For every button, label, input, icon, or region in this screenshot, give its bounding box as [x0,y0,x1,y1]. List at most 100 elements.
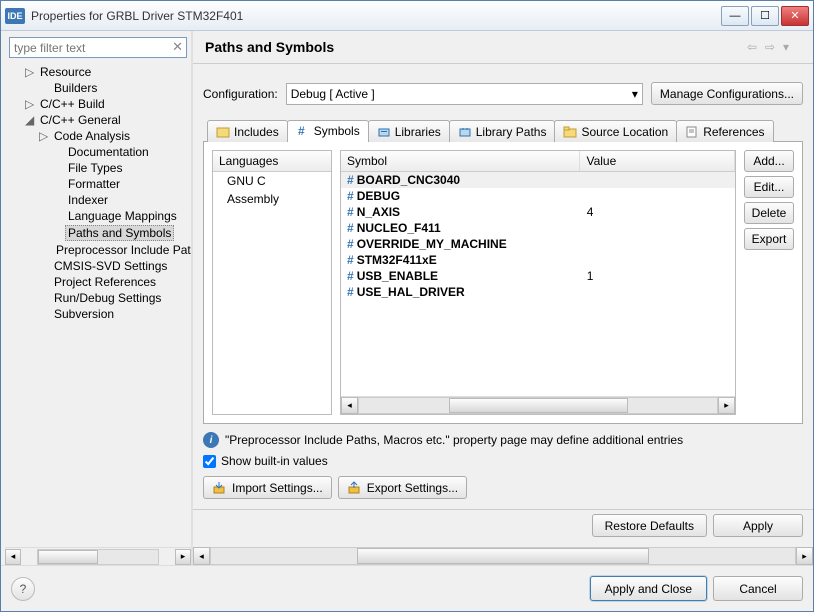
symbol-row[interactable]: #NUCLEO_F411 [341,220,735,236]
tab-libraries[interactable]: Libraries [368,120,450,142]
info-icon: i [203,432,219,448]
language-item[interactable]: Assembly [213,190,331,208]
restore-defaults-button[interactable]: Restore Defaults [592,514,707,537]
titlebar[interactable]: IDE Properties for GRBL Driver STM32F401… [1,1,813,31]
twisty-icon: ▷ [39,129,51,143]
export-button[interactable]: Export [744,228,794,250]
tab-icon [563,126,577,138]
export-settings-button[interactable]: Export Settings... [338,476,467,499]
tree-item[interactable]: Indexer [5,192,191,208]
tree-item[interactable]: ◢C/C++ General [5,112,191,128]
tree-item[interactable]: Documentation [5,144,191,160]
minimize-button[interactable]: — [721,6,749,26]
twisty-icon: ▷ [25,97,37,111]
tree-item[interactable]: File Types [5,160,191,176]
tree-label: C/C++ Build [37,97,108,111]
symbol-value [581,237,735,251]
symbol-column-header[interactable]: Symbol [341,151,580,171]
cancel-button[interactable]: Cancel [713,576,803,601]
tree-item[interactable]: Run/Debug Settings [5,290,191,306]
symbol-row[interactable]: #USB_ENABLE1 [341,268,735,284]
close-button[interactable]: ✕ [781,6,809,26]
symbol-value [581,253,735,267]
symbol-value [581,285,735,299]
add-button[interactable]: Add... [744,150,794,172]
symbol-row[interactable]: #DEBUG [341,188,735,204]
nav-tree[interactable]: ▷ResourceBuilders▷C/C++ Build◢C/C++ Gene… [5,62,191,547]
page-title: Paths and Symbols [205,39,747,55]
tree-item[interactable]: Builders [5,80,191,96]
apply-close-button[interactable]: Apply and Close [590,576,707,601]
hash-icon: # [347,205,354,219]
symbol-value [581,173,735,187]
tree-item[interactable]: Formatter [5,176,191,192]
import-icon [212,481,228,495]
menu-arrow-icon[interactable]: ▾ [783,40,801,54]
symbol-name: USB_ENABLE [357,269,438,283]
show-builtin-checkbox[interactable] [203,455,216,468]
clear-filter-icon[interactable]: ✕ [172,39,183,55]
main-scrollbar[interactable]: ◂▸ [193,547,813,565]
config-label: Configuration: [203,87,278,101]
help-button[interactable]: ? [11,577,35,601]
symbol-row[interactable]: #USE_HAL_DRIVER [341,284,735,300]
import-settings-button[interactable]: Import Settings... [203,476,332,499]
hash-icon: # [347,285,354,299]
tabs: Includes #Symbols Libraries Library Paths So… [203,119,803,142]
symbol-name: NUCLEO_F411 [357,221,441,235]
tree-item[interactable]: Subversion [5,306,191,322]
svg-text:#: # [298,125,305,137]
tab-label: Includes [234,125,279,139]
languages-panel: Languages GNU CAssembly [212,150,332,415]
tree-item[interactable]: ▷C/C++ Build [5,96,191,112]
back-icon[interactable]: ⇦ [747,40,765,54]
tab-source-location[interactable]: Source Location [554,120,677,142]
delete-button[interactable]: Delete [744,202,794,224]
tab-icon [685,126,699,138]
tab-library-paths[interactable]: Library Paths [449,120,556,142]
filter-input[interactable] [9,37,187,58]
tree-item[interactable]: CMSIS-SVD Settings [5,258,191,274]
tree-label: Project References [51,275,159,289]
symbol-row[interactable]: #BOARD_CNC3040 [341,172,735,188]
sidebar-scrollbar[interactable]: ◂▸ [5,547,191,565]
symbol-row[interactable]: #STM32F411xE [341,252,735,268]
edit-button[interactable]: Edit... [744,176,794,198]
tree-item[interactable]: Project References [5,274,191,290]
table-scrollbar[interactable]: ◂▸ [341,396,735,414]
forward-icon[interactable]: ⇨ [765,40,783,54]
tree-item[interactable]: Paths and Symbols [5,224,191,242]
tab-includes[interactable]: Includes [207,120,288,142]
symbol-value [581,189,735,203]
tab-icon: # [296,125,310,137]
languages-header: Languages [213,151,331,172]
tree-item[interactable]: Language Mappings [5,208,191,224]
value-column-header[interactable]: Value [580,151,735,171]
tree-item[interactable]: ▷Resource [5,64,191,80]
tree-label: C/C++ General [37,113,124,127]
tab-icon [377,126,391,138]
symbol-row[interactable]: #OVERRIDE_MY_MACHINE [341,236,735,252]
show-builtin-label: Show built-in values [221,454,328,468]
tree-item[interactable]: ▷Code Analysis [5,128,191,144]
tab-label: Libraries [395,125,441,139]
tab-icon [458,126,472,138]
apply-button[interactable]: Apply [713,514,803,537]
twisty-icon: ▷ [25,65,37,79]
tree-label: CMSIS-SVD Settings [51,259,170,273]
language-item[interactable]: GNU C [213,172,331,190]
tree-label: Paths and Symbols [65,225,174,241]
hash-icon: # [347,173,354,187]
symbol-row[interactable]: #N_AXIS4 [341,204,735,220]
tree-label: Documentation [65,145,152,159]
tree-item[interactable]: Preprocessor Include Pat [5,242,191,258]
hash-icon: # [347,189,354,203]
tab-label: Library Paths [476,125,547,139]
tab-symbols[interactable]: #Symbols [287,120,369,142]
manage-config-button[interactable]: Manage Configurations... [651,82,803,105]
tab-references[interactable]: References [676,120,773,142]
config-dropdown[interactable]: Debug [ Active ] ▾ [286,83,643,105]
symbols-table[interactable]: Symbol Value #BOARD_CNC3040#DEBUG#N_AXIS… [340,150,736,415]
maximize-button[interactable]: ☐ [751,6,779,26]
symbol-name: OVERRIDE_MY_MACHINE [357,237,507,251]
